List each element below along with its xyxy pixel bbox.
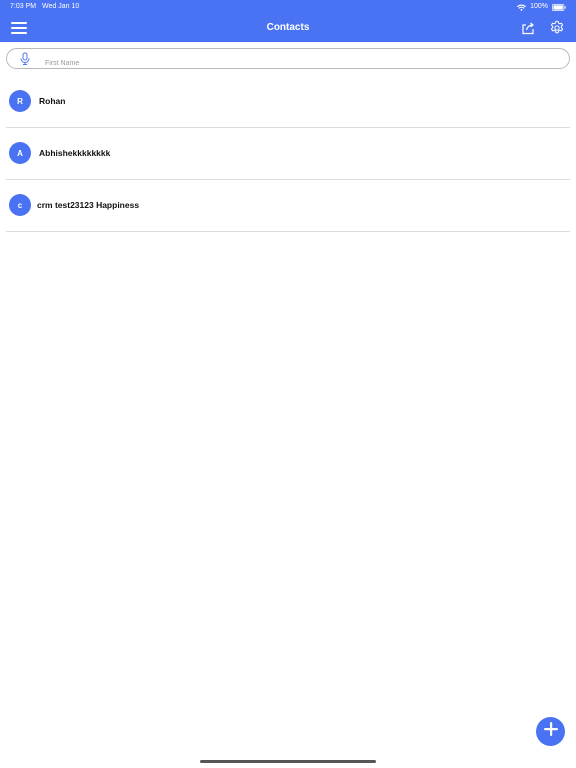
list-item[interactable]: A Abhishekkkkkkkk — [6, 128, 570, 180]
list-item[interactable]: R Rohan — [6, 76, 570, 128]
wifi-icon — [517, 4, 526, 11]
status-date: Wed Jan 10 — [42, 3, 80, 10]
gear-icon[interactable] — [548, 19, 566, 37]
contact-name: Rohan — [39, 96, 66, 106]
top-bar: 7:03 PM Wed Jan 10 100% Contacts — [0, 0, 576, 42]
list-item[interactable]: c crm test23123 Happiness — [6, 180, 570, 232]
contacts-screen: 7:03 PM Wed Jan 10 100% Contacts First N… — [0, 0, 576, 768]
microphone-icon[interactable] — [19, 52, 31, 66]
home-indicator[interactable] — [200, 760, 376, 763]
plus-icon — [543, 721, 559, 742]
add-contact-button[interactable] — [536, 717, 565, 746]
avatar: R — [9, 90, 31, 112]
contacts-list: R Rohan A Abhishekkkkkkkk c crm test2312… — [6, 76, 570, 232]
status-bar: 7:03 PM Wed Jan 10 100% — [0, 0, 576, 14]
nav-bar: Contacts — [0, 14, 576, 42]
status-time: 7:03 PM — [10, 3, 37, 10]
search-bar — [6, 48, 570, 69]
share-icon[interactable] — [519, 19, 537, 37]
battery-percent: 100% — [530, 3, 548, 10]
search-input[interactable] — [45, 57, 545, 69]
contact-name: crm test23123 Happiness — [37, 200, 140, 210]
avatar: A — [9, 142, 31, 164]
contact-name: Abhishekkkkkkkk — [39, 148, 111, 158]
battery-icon — [552, 3, 566, 11]
status-right: 100% — [517, 0, 566, 14]
avatar: c — [9, 194, 31, 216]
page-title: Contacts — [266, 22, 310, 33]
